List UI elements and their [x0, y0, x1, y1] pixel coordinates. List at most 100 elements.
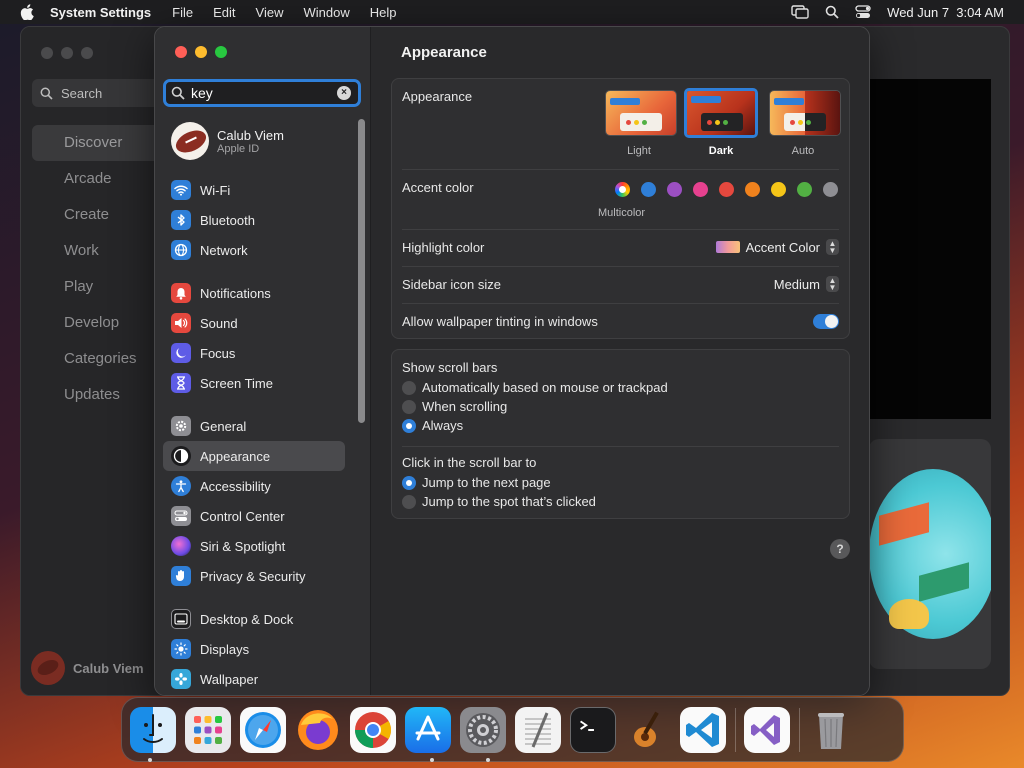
menu-help[interactable]: Help — [370, 5, 397, 20]
accent-swatch-red[interactable] — [719, 182, 734, 197]
accent-swatch-yellow[interactable] — [771, 182, 786, 197]
sidebar-item-general[interactable]: General — [163, 411, 345, 441]
sidebar-item-label: Screen Time — [200, 375, 273, 391]
sidebar-group-notifications: Notifications Sound Focus Screen Time — [163, 278, 345, 398]
sidebar-item-siri-spotlight[interactable]: Siri & Spotlight — [163, 531, 345, 561]
click-scroll-radio-next-page[interactable]: Jump to the next page — [402, 475, 551, 490]
clear-search-icon[interactable]: × — [337, 86, 351, 100]
apple-id-account[interactable]: Calub Viem Apple ID — [171, 122, 284, 160]
dock-firefox-icon[interactable] — [295, 707, 341, 753]
sidebar-item-label: Focus — [200, 345, 236, 361]
sidebar-item-desktop-dock[interactable]: Desktop & Dock — [163, 604, 345, 634]
dock-launchpad-icon[interactable] — [185, 706, 231, 753]
screen-mirroring-icon[interactable] — [791, 5, 809, 19]
radio-button[interactable] — [402, 475, 416, 490]
hand-icon — [171, 566, 191, 586]
sidebar-icon-size-label: Sidebar icon size — [402, 277, 501, 292]
window-controls — [175, 46, 227, 58]
menu-window[interactable]: Window — [303, 5, 349, 20]
dock-textedit-icon[interactable] — [515, 706, 561, 753]
background-user[interactable]: Calub Viem — [31, 651, 144, 685]
scroll-bars-radio-when-scrolling[interactable]: When scrolling — [402, 399, 507, 414]
sidebar-item-appearance[interactable]: Appearance — [163, 441, 345, 471]
radio-button[interactable] — [402, 399, 416, 414]
background-nav-play[interactable]: Play — [32, 269, 160, 305]
sidebar-item-wallpaper[interactable]: Wallpaper — [163, 664, 345, 694]
menu-edit[interactable]: Edit — [213, 5, 235, 20]
sidebar-item-bluetooth[interactable]: Bluetooth — [163, 205, 345, 235]
minimize-button[interactable] — [195, 46, 207, 58]
sidebar-item-control-center[interactable]: Control Center — [163, 501, 345, 531]
sidebar-item-sound[interactable]: Sound — [163, 308, 345, 338]
appearance-option-light[interactable] — [605, 90, 677, 136]
menu-file[interactable]: File — [172, 5, 193, 20]
apple-logo-icon[interactable] — [20, 4, 34, 20]
appearance-option-auto[interactable] — [769, 90, 841, 136]
radio-button[interactable] — [402, 418, 416, 433]
help-button[interactable]: ? — [830, 539, 850, 559]
dock-finder-icon[interactable] — [130, 706, 176, 753]
highlight-color-popup[interactable]: Accent Color ▲ ▼ — [715, 239, 839, 255]
accent-swatch-multicolor[interactable] — [615, 182, 630, 197]
background-nav-discover[interactable]: Discover — [32, 125, 160, 161]
accent-swatch-purple[interactable] — [667, 182, 682, 197]
siri-icon — [171, 536, 191, 556]
dock-trash-icon[interactable] — [808, 707, 854, 753]
accent-swatch-orange[interactable] — [745, 182, 760, 197]
scroll-bars-group: Show scroll bars Automatically based on … — [391, 349, 850, 519]
dock-visual-studio-icon[interactable] — [744, 706, 790, 753]
menubar-clock[interactable]: Wed Jun 7 3:04 AM — [887, 5, 1004, 20]
scroll-bars-radio-always[interactable]: Always — [402, 418, 463, 433]
sidebar-item-focus[interactable]: Focus — [163, 338, 345, 368]
search-field[interactable]: × — [163, 79, 361, 107]
menubar-app-name[interactable]: System Settings — [50, 5, 151, 20]
wallpaper-tinting-toggle[interactable] — [813, 314, 839, 329]
accent-swatch-blue[interactable] — [641, 182, 656, 197]
background-illustration-card[interactable] — [869, 439, 991, 669]
appearance-option-dark[interactable] — [684, 88, 758, 138]
dock-chrome-icon[interactable] — [350, 706, 396, 753]
dock-vscode-icon[interactable] — [680, 706, 726, 753]
sidebar-icon-size-popup[interactable]: Medium ▲ ▼ — [774, 276, 839, 292]
control-center-icon — [171, 506, 191, 526]
dock-app-store-icon[interactable] — [405, 706, 451, 753]
search-input[interactable] — [191, 85, 331, 101]
radio-button[interactable] — [402, 380, 416, 395]
background-search-field[interactable]: Search — [32, 79, 160, 107]
sidebar-item-accessibility[interactable]: Accessibility — [163, 471, 345, 501]
sidebar-item-network[interactable]: Network — [163, 235, 345, 265]
accent-swatch-green[interactable] — [797, 182, 812, 197]
dock-system-settings-icon[interactable] — [460, 706, 506, 753]
scroll-bars-radio-automatic[interactable]: Automatically based on mouse or trackpad — [402, 380, 668, 395]
background-nav-arcade[interactable]: Arcade — [32, 161, 160, 197]
radio-button[interactable] — [402, 494, 416, 509]
sidebar-scrollbar[interactable] — [358, 119, 365, 423]
background-nav-categories[interactable]: Categories — [32, 341, 160, 377]
zoom-button[interactable] — [215, 46, 227, 58]
accent-swatch-pink[interactable] — [693, 182, 708, 197]
menu-view[interactable]: View — [256, 5, 284, 20]
sidebar-item-privacy-security[interactable]: Privacy & Security — [163, 561, 345, 591]
dock-garageband-icon[interactable] — [625, 707, 671, 753]
click-scroll-radio-spot-clicked[interactable]: Jump to the spot that’s clicked — [402, 494, 596, 509]
speaker-icon — [171, 313, 191, 333]
background-nav-work[interactable]: Work — [32, 233, 160, 269]
background-nav-create[interactable]: Create — [32, 197, 160, 233]
close-button[interactable] — [175, 46, 187, 58]
background-nav-develop[interactable]: Develop — [32, 305, 160, 341]
sidebar-item-label: General — [200, 418, 247, 434]
sidebar-item-screen-time[interactable]: Screen Time — [163, 368, 345, 398]
sidebar-item-wifi[interactable]: Wi-Fi — [163, 175, 345, 205]
system-settings-window: × Calub Viem Apple ID Wi-Fi Bluetooth — [154, 26, 870, 696]
accent-swatch-graphite[interactable] — [823, 182, 838, 197]
spotlight-search-icon[interactable] — [825, 5, 839, 19]
dock-terminal-icon[interactable] — [570, 706, 616, 753]
bell-icon — [171, 283, 191, 303]
sidebar-item-displays[interactable]: Displays — [163, 634, 345, 664]
sidebar-item-notifications[interactable]: Notifications — [163, 278, 345, 308]
dock-safari-icon[interactable] — [240, 706, 286, 753]
background-featured-panel — [869, 79, 991, 419]
background-window-controls — [41, 47, 93, 59]
background-nav-updates[interactable]: Updates — [32, 377, 160, 413]
control-center-icon[interactable] — [855, 5, 871, 19]
